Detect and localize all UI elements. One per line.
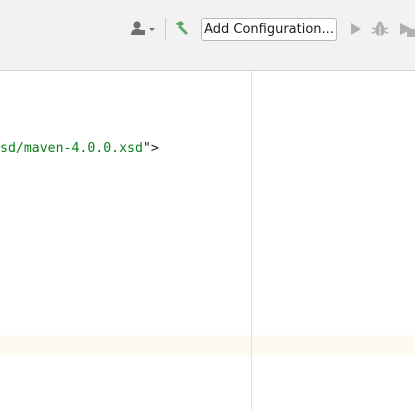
xml-attribute-value: sd/maven-4.0.0.xsd	[0, 141, 143, 156]
code-line-schema-location: sd/maven-4.0.0.xsd">	[0, 140, 159, 157]
debug-bug-icon[interactable]	[371, 20, 389, 38]
editor-tab-strip	[0, 42, 415, 71]
user-dropdown-icon[interactable]	[130, 20, 156, 38]
add-configuration-button[interactable]: Add Configuration...	[201, 18, 337, 41]
toolbar-separator	[165, 18, 166, 40]
code-editor[interactable]: sd/maven-4.0.0.xsd">	[0, 71, 415, 411]
run-with-coverage-icon[interactable]	[398, 20, 415, 38]
current-line-highlight	[0, 335, 415, 356]
right-margin-guide	[251, 71, 252, 411]
hammer-build-icon[interactable]	[172, 20, 190, 38]
xml-tag-close: ">	[142, 141, 159, 156]
run-play-icon[interactable]	[349, 21, 363, 37]
